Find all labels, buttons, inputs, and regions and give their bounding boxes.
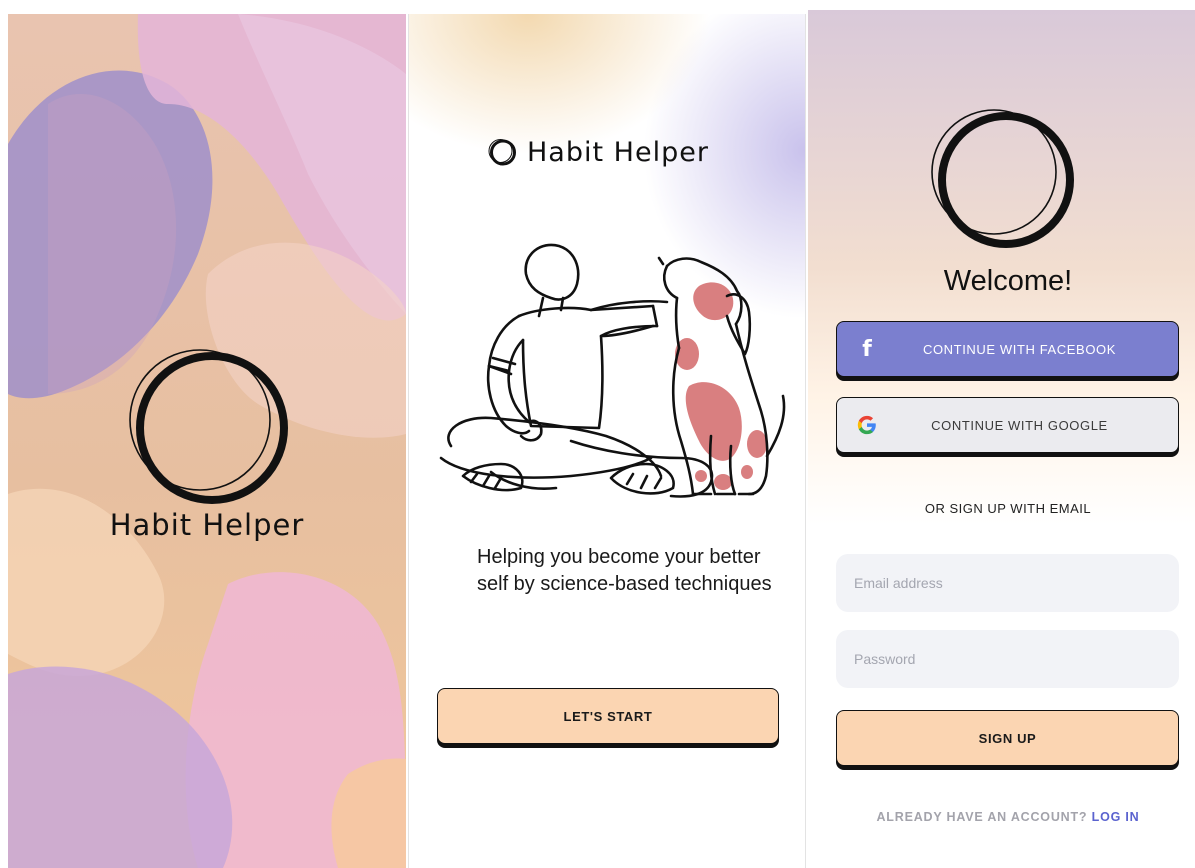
google-icon — [837, 414, 897, 436]
log-in-link[interactable]: LOG IN — [1092, 810, 1140, 824]
google-button-label: CONTINUE WITH GOOGLE — [931, 417, 1108, 433]
password-field[interactable] — [836, 630, 1179, 688]
lets-start-button[interactable]: LET'S START — [437, 688, 779, 744]
login-prompt: ALREADY HAVE AN ACCOUNT? LOG IN — [808, 810, 1195, 824]
already-have-account-text: ALREADY HAVE AN ACCOUNT? — [876, 810, 1088, 824]
splash-app-name: Habit Helper — [109, 508, 305, 542]
brand-logo-icon — [488, 139, 516, 166]
continue-with-facebook-button[interactable]: f CONTINUE WITH FACEBOOK — [836, 321, 1179, 377]
man-petting-dog-illustration — [439, 243, 786, 498]
continue-with-google-button[interactable]: CONTINUE WITH GOOGLE — [836, 397, 1179, 453]
welcome-heading: Welcome! — [943, 265, 1073, 297]
brand-name: Habit Helper — [527, 136, 709, 168]
intro-screen: Habit Helper Helping you become your bet… — [408, 14, 806, 868]
sign-up-button[interactable]: SIGN UP — [836, 710, 1179, 766]
splash-screen: Habit Helper — [8, 14, 406, 868]
brand-header: Habit Helper — [487, 132, 709, 172]
intro-tagline: Helping you become your better self by s… — [477, 546, 772, 595]
double-circle-logo-icon — [129, 349, 288, 504]
facebook-button-label: CONTINUE WITH FACEBOOK — [922, 341, 1117, 357]
double-circle-logo-icon — [931, 109, 1074, 248]
or-sign-up-with-email-text: OR SIGN UP WITH EMAIL — [924, 501, 1092, 516]
signup-screen: Welcome! f CONTINUE WITH FACEBOOK CONTIN… — [808, 10, 1195, 868]
email-field[interactable] — [836, 554, 1179, 612]
facebook-icon: f — [862, 336, 872, 362]
